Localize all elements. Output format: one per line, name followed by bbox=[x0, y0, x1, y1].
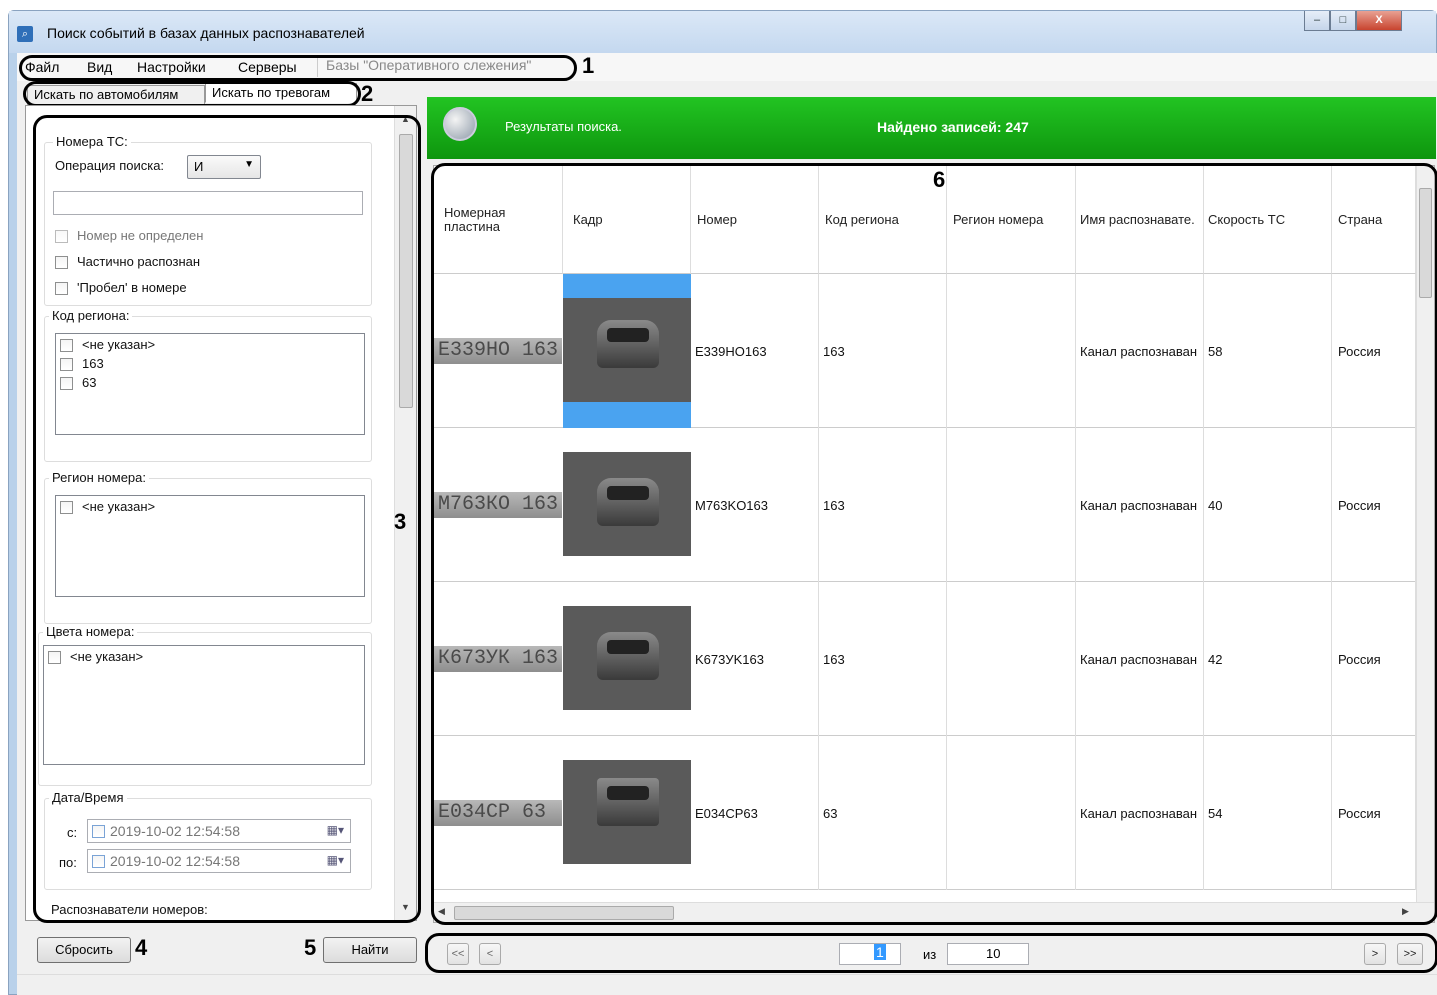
status-bar bbox=[17, 974, 1437, 995]
app-window: ⌕ Поиск событий в базах данных распознав… bbox=[8, 10, 1437, 995]
callout-outline-1 bbox=[19, 55, 577, 81]
callout-4: 4 bbox=[135, 935, 148, 960]
callout-outline-6 bbox=[431, 163, 1437, 925]
search-icon: ⌕ bbox=[17, 26, 33, 42]
callout-outline-7 bbox=[425, 933, 1437, 973]
results-count: Найдено записей: 247 bbox=[877, 119, 1029, 135]
reset-button[interactable]: Сбросить bbox=[37, 937, 131, 963]
maximize-button[interactable]: □ bbox=[1330, 11, 1356, 31]
find-button[interactable]: Найти bbox=[323, 937, 417, 963]
callout-3: 3 bbox=[394, 509, 407, 534]
client-area: Файл Вид Настройки Серверы Базы "Операти… bbox=[17, 53, 1437, 995]
title-bar: ⌕ Поиск событий в базах данных распознав… bbox=[9, 11, 1436, 53]
callout-outline-2 bbox=[23, 81, 361, 107]
callout-outline-3 bbox=[33, 115, 421, 923]
minimize-button[interactable]: – bbox=[1304, 11, 1330, 31]
results-banner: Результаты поиска. Найдено записей: 247 bbox=[427, 97, 1436, 159]
callout-2: 2 bbox=[361, 81, 374, 106]
close-button[interactable]: X bbox=[1356, 11, 1402, 31]
results-label: Результаты поиска. bbox=[505, 119, 622, 134]
search-results-icon bbox=[443, 107, 477, 141]
window-title: Поиск событий в базах данных распознават… bbox=[47, 25, 365, 41]
callout-1: 1 bbox=[582, 53, 595, 78]
callout-5: 5 bbox=[304, 935, 317, 960]
callout-6: 6 bbox=[933, 167, 946, 192]
